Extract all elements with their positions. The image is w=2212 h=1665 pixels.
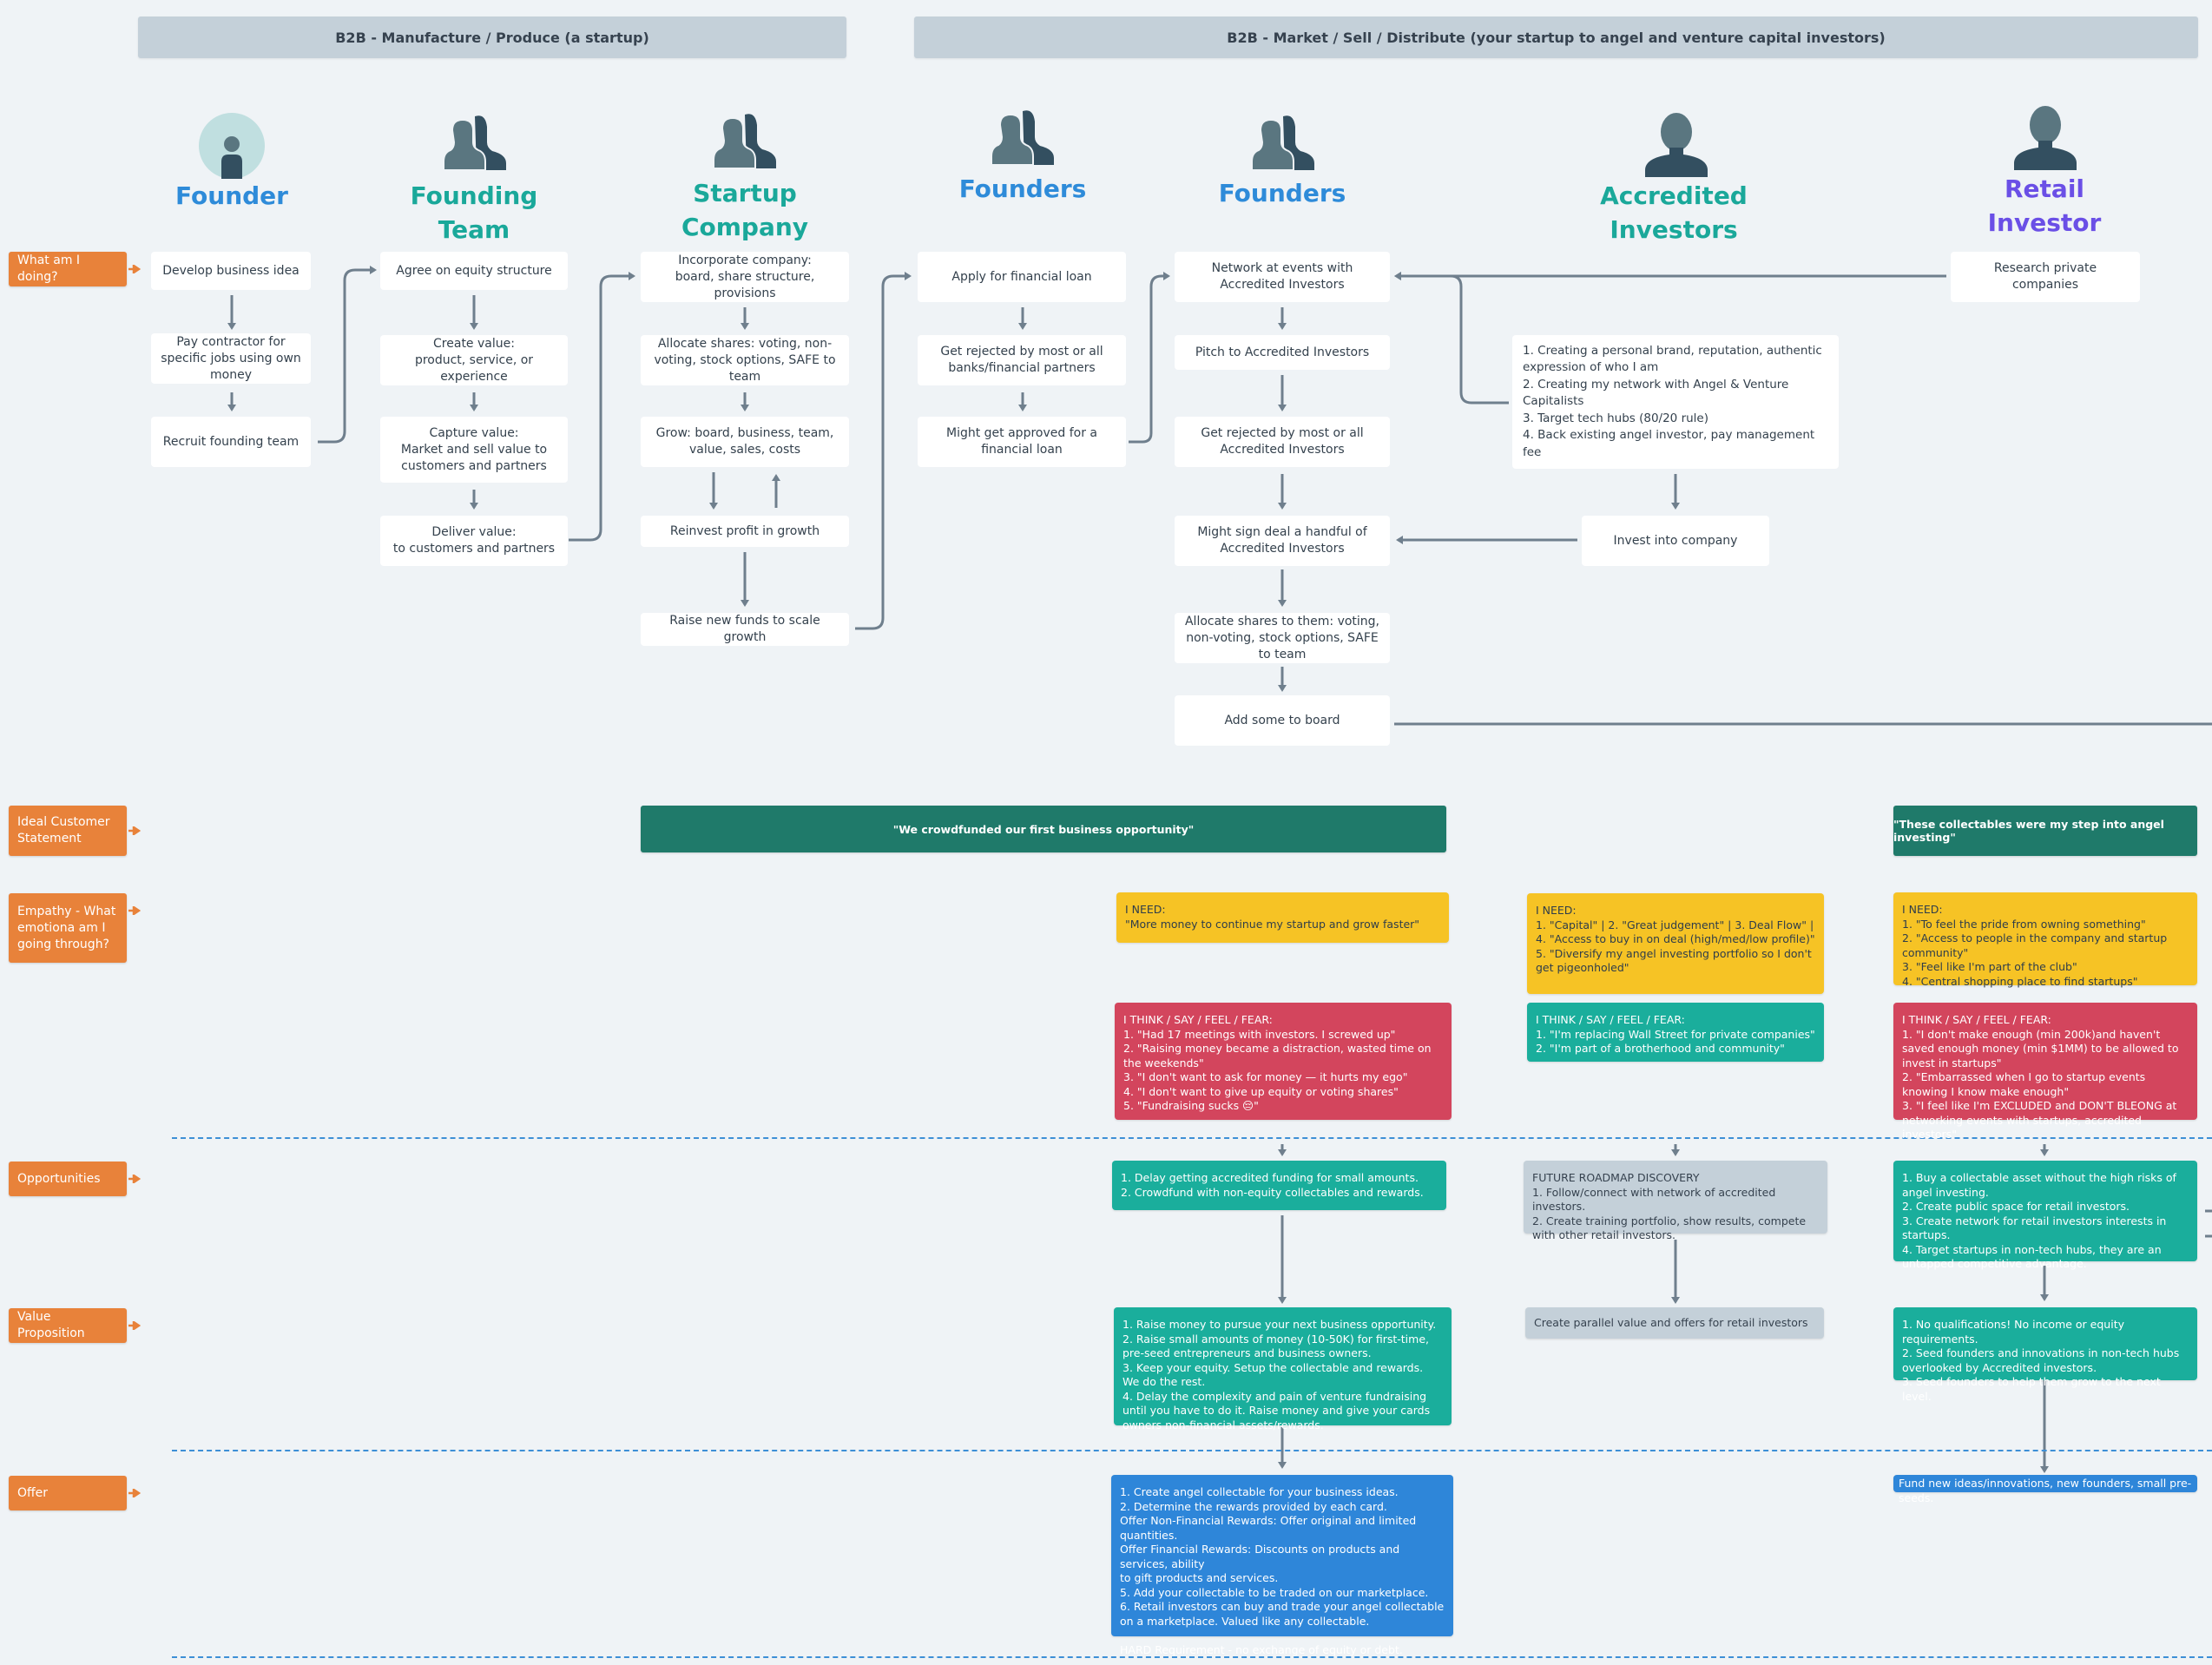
connector-arrow [569,272,635,542]
persona-founding-team: Founding Team [410,181,538,244]
step-raise-funds[interactable]: Raise new funds to scale growth [641,613,849,646]
step-pay-contractor[interactable]: Pay contractor for specific jobs using o… [151,333,311,384]
step-agree-equity[interactable]: Agree on equity structure [380,252,568,290]
arrow-right-icon [128,265,141,273]
statement-founders: "We crowdfunded our first business oppor… [641,806,1446,852]
opportunity-founders: 1. Delay getting accredited funding for … [1112,1161,1446,1210]
step-create-value[interactable]: Create value: product, service, or exper… [380,335,568,385]
section-divider [172,1450,2212,1451]
step-allocate-to-investors[interactable]: Allocate shares to them: voting, non-vot… [1175,613,1390,663]
offer-retail: Fund new ideas/innovations, new founders… [1893,1475,2197,1504]
connector-arrow [1129,272,1170,444]
value-prop-retail: 1. No qualifications! No income or equit… [1893,1307,2197,1403]
persona-founders-investors: Founders [1218,179,1346,207]
two-people-icon [443,115,506,170]
two-people-icon [713,114,776,168]
row-label-empathy: Empathy - What emotiona am I going throu… [9,893,127,963]
arrow-right-icon [128,1321,141,1330]
step-research-companies[interactable]: Research private companies [1951,252,2140,302]
banner-market: B2B - Market / Sell / Distribute (your s… [914,16,2198,58]
step-rejected-investors[interactable]: Get rejected by most or all Accredited I… [1175,417,1390,467]
step-invest-company[interactable]: Invest into company [1582,516,1769,566]
persona-founder: Founder [175,181,288,210]
person-circle-icon [199,113,265,179]
persona-retail-investor: Retail Investor [1987,174,2102,237]
arrow-right-icon [128,1489,141,1497]
need-founders: I NEED: "More money to continue my start… [1116,892,1449,943]
connector-arrow [855,272,912,630]
person-icon [1645,113,1708,177]
row-label-offer: Offer [9,1476,127,1510]
step-network-events[interactable]: Network at events with Accredited Invest… [1175,252,1390,302]
opportunity-accredited: FUTURE ROADMAP DISCOVERY 1. Follow/conne… [1524,1161,1827,1241]
fear-retail: I THINK / SAY / FEEL / FEAR: 1. "I don't… [1893,1003,2197,1141]
step-add-to-board[interactable]: Add some to board [1175,695,1390,746]
persona-accredited-investors: Accredited Investors [1600,181,1748,244]
two-people-icon [991,110,1054,165]
persona-startup-company: Startup Company [681,179,809,241]
step-pitch[interactable]: Pitch to Accredited Investors [1175,335,1390,370]
connector-arrow [1394,272,1509,405]
step-loan-approved[interactable]: Might get approved for a financial loan [918,417,1126,467]
step-develop-idea[interactable]: Develop business idea [151,252,311,290]
step-rejected-banks[interactable]: Get rejected by most or all banks/financ… [918,335,1126,385]
need-retail: I NEED: 1. "To feel the pride from ownin… [1893,892,2197,988]
step-reinvest[interactable]: Reinvest profit in growth [641,516,849,547]
connector-arrow [318,266,377,444]
offer-founders: 1. Create angel collectable for your bus… [1111,1475,1453,1656]
arrow-right-icon [128,1175,141,1183]
value-prop-founders: 1. Raise money to pursue your next busin… [1114,1307,1452,1431]
fear-accredited: I THINK / SAY / FEEL / FEAR: 1. "I'm rep… [1527,1003,1824,1062]
person-icon [2014,106,2077,170]
value-prop-accredited: Create parallel value and offers for ret… [1525,1307,1824,1339]
fear-founders: I THINK / SAY / FEEL / FEAR: 1. "Had 17 … [1115,1003,1452,1120]
step-recruit-team[interactable]: Recruit founding team [151,417,311,467]
step-allocate-shares[interactable]: Allocate shares: voting, non-voting, sto… [641,335,849,385]
persona-founders-loan: Founders [958,174,1087,203]
step-deliver-value[interactable]: Deliver value: to customers and partners [380,516,568,566]
row-label-doing: What am I doing? [9,252,127,286]
two-people-icon [1251,115,1314,170]
arrow-right-icon [128,906,141,915]
row-label-value-proposition: Value Proposition [9,1308,127,1343]
opportunity-retail: 1. Buy a collectable asset without the h… [1893,1161,2197,1270]
step-apply-loan[interactable]: Apply for financial loan [918,252,1126,302]
step-capture-value[interactable]: Capture value: Market and sell value to … [380,417,568,483]
step-incorporate[interactable]: Incorporate company: board, share struct… [641,252,849,302]
need-accredited: I NEED: 1. "Capital" | 2. "Great judgeme… [1527,893,1824,994]
arrow-right-icon [128,826,141,835]
accredited-strategy-box[interactable]: 1. Creating a personal brand, reputation… [1512,335,1839,469]
step-grow[interactable]: Grow: board, business, team, value, sale… [641,417,849,467]
row-label-statement: Ideal Customer Statement [9,806,127,856]
step-sign-deal[interactable]: Might sign deal a handful of Accredited … [1175,516,1390,566]
statement-retail: "These collectables were my step into an… [1893,806,2197,856]
row-label-opportunities: Opportunities [9,1162,127,1196]
banner-produce: B2B - Manufacture / Produce (a startup) [138,16,846,58]
